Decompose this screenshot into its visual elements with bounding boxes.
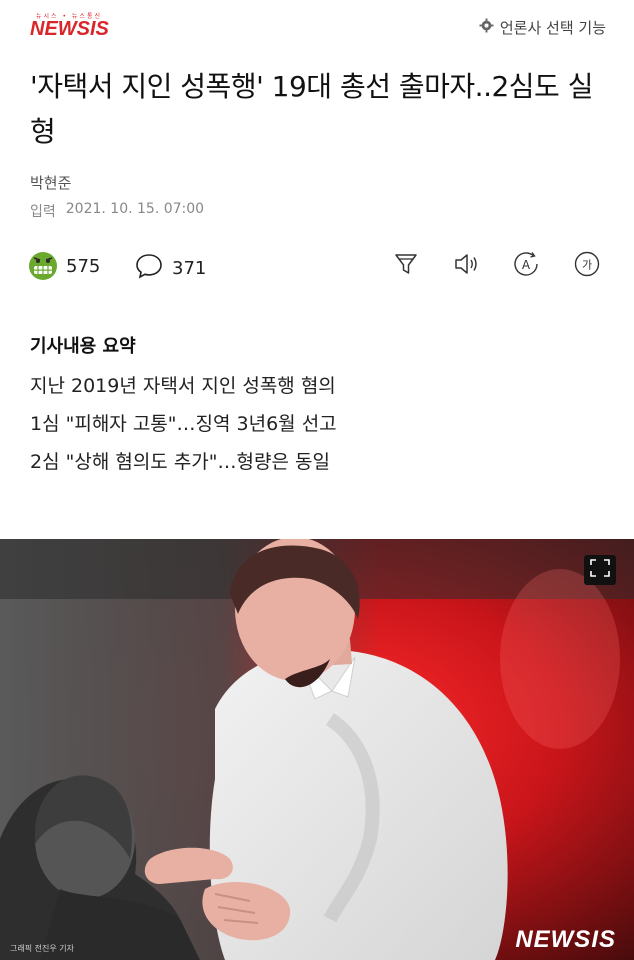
press-select-label: 언론사 선택 기능 [499, 19, 606, 37]
newsis-logo[interactable]: 뉴시스 • 뉴스통신 NEWSIS [30, 11, 120, 45]
expand-image-button[interactable] [584, 555, 616, 585]
comment-button[interactable]: 371 [134, 251, 206, 286]
press-select-button[interactable]: 언론사 선택 기능 [479, 17, 606, 38]
comment-count: 371 [172, 258, 207, 279]
article-illustration[interactable]: 그래픽 전진우 기자 NEWSIS [0, 539, 634, 960]
reporter-name[interactable]: 박현준 [30, 172, 71, 193]
image-credit: 그래픽 전진우 기자 [10, 944, 74, 953]
angry-face-icon [28, 251, 58, 281]
date-label: 입력 [30, 204, 56, 220]
header: 뉴시스 • 뉴스통신 NEWSIS 언론사 선택 기능 [0, 0, 634, 60]
reaction-count: 575 [66, 255, 101, 277]
illustration-graphic [0, 539, 634, 960]
date-value: 2021. 10. 15. 07:00 [65, 201, 205, 217]
newsis-watermark: NEWSIS [515, 926, 616, 953]
filter-icon [391, 249, 421, 283]
comment-icon [134, 251, 164, 286]
gear-icon [479, 18, 494, 37]
logo-text: NEWSIS [30, 18, 109, 40]
action-bar: 575 371 A 가 [0, 245, 634, 291]
tts-button[interactable] [449, 249, 483, 283]
publish-date: 입력 2021. 10. 15. 07:00 [30, 201, 204, 221]
font-size-button[interactable]: 가 [570, 249, 604, 283]
translate-icon: A [511, 249, 541, 283]
speaker-icon [451, 249, 481, 283]
summary-heading: 기사내용 요약 [30, 336, 136, 357]
svg-text:A: A [522, 258, 531, 272]
svg-text:가: 가 [582, 259, 592, 272]
summary-item: 지난 2019년 자택서 지인 성폭행 혐의 [30, 375, 336, 397]
reaction-button[interactable]: 575 [28, 251, 100, 281]
summary-item: 2심 "상해 혐의도 추가"…형량은 동일 [30, 451, 330, 473]
filter-button[interactable] [389, 249, 423, 283]
summary-list: 지난 2019년 자택서 지인 성폭행 혐의 1심 "피해자 고통"…징역 3년… [30, 367, 337, 481]
translate-button[interactable]: A [509, 249, 543, 283]
article-title: '자택서 지인 성폭행' 19대 총선 출마자..2심도 실형 [30, 70, 593, 148]
expand-icon [589, 558, 611, 582]
summary-item: 1심 "피해자 고통"…징역 3년6월 선고 [30, 413, 337, 435]
font-size-icon: 가 [572, 249, 602, 283]
